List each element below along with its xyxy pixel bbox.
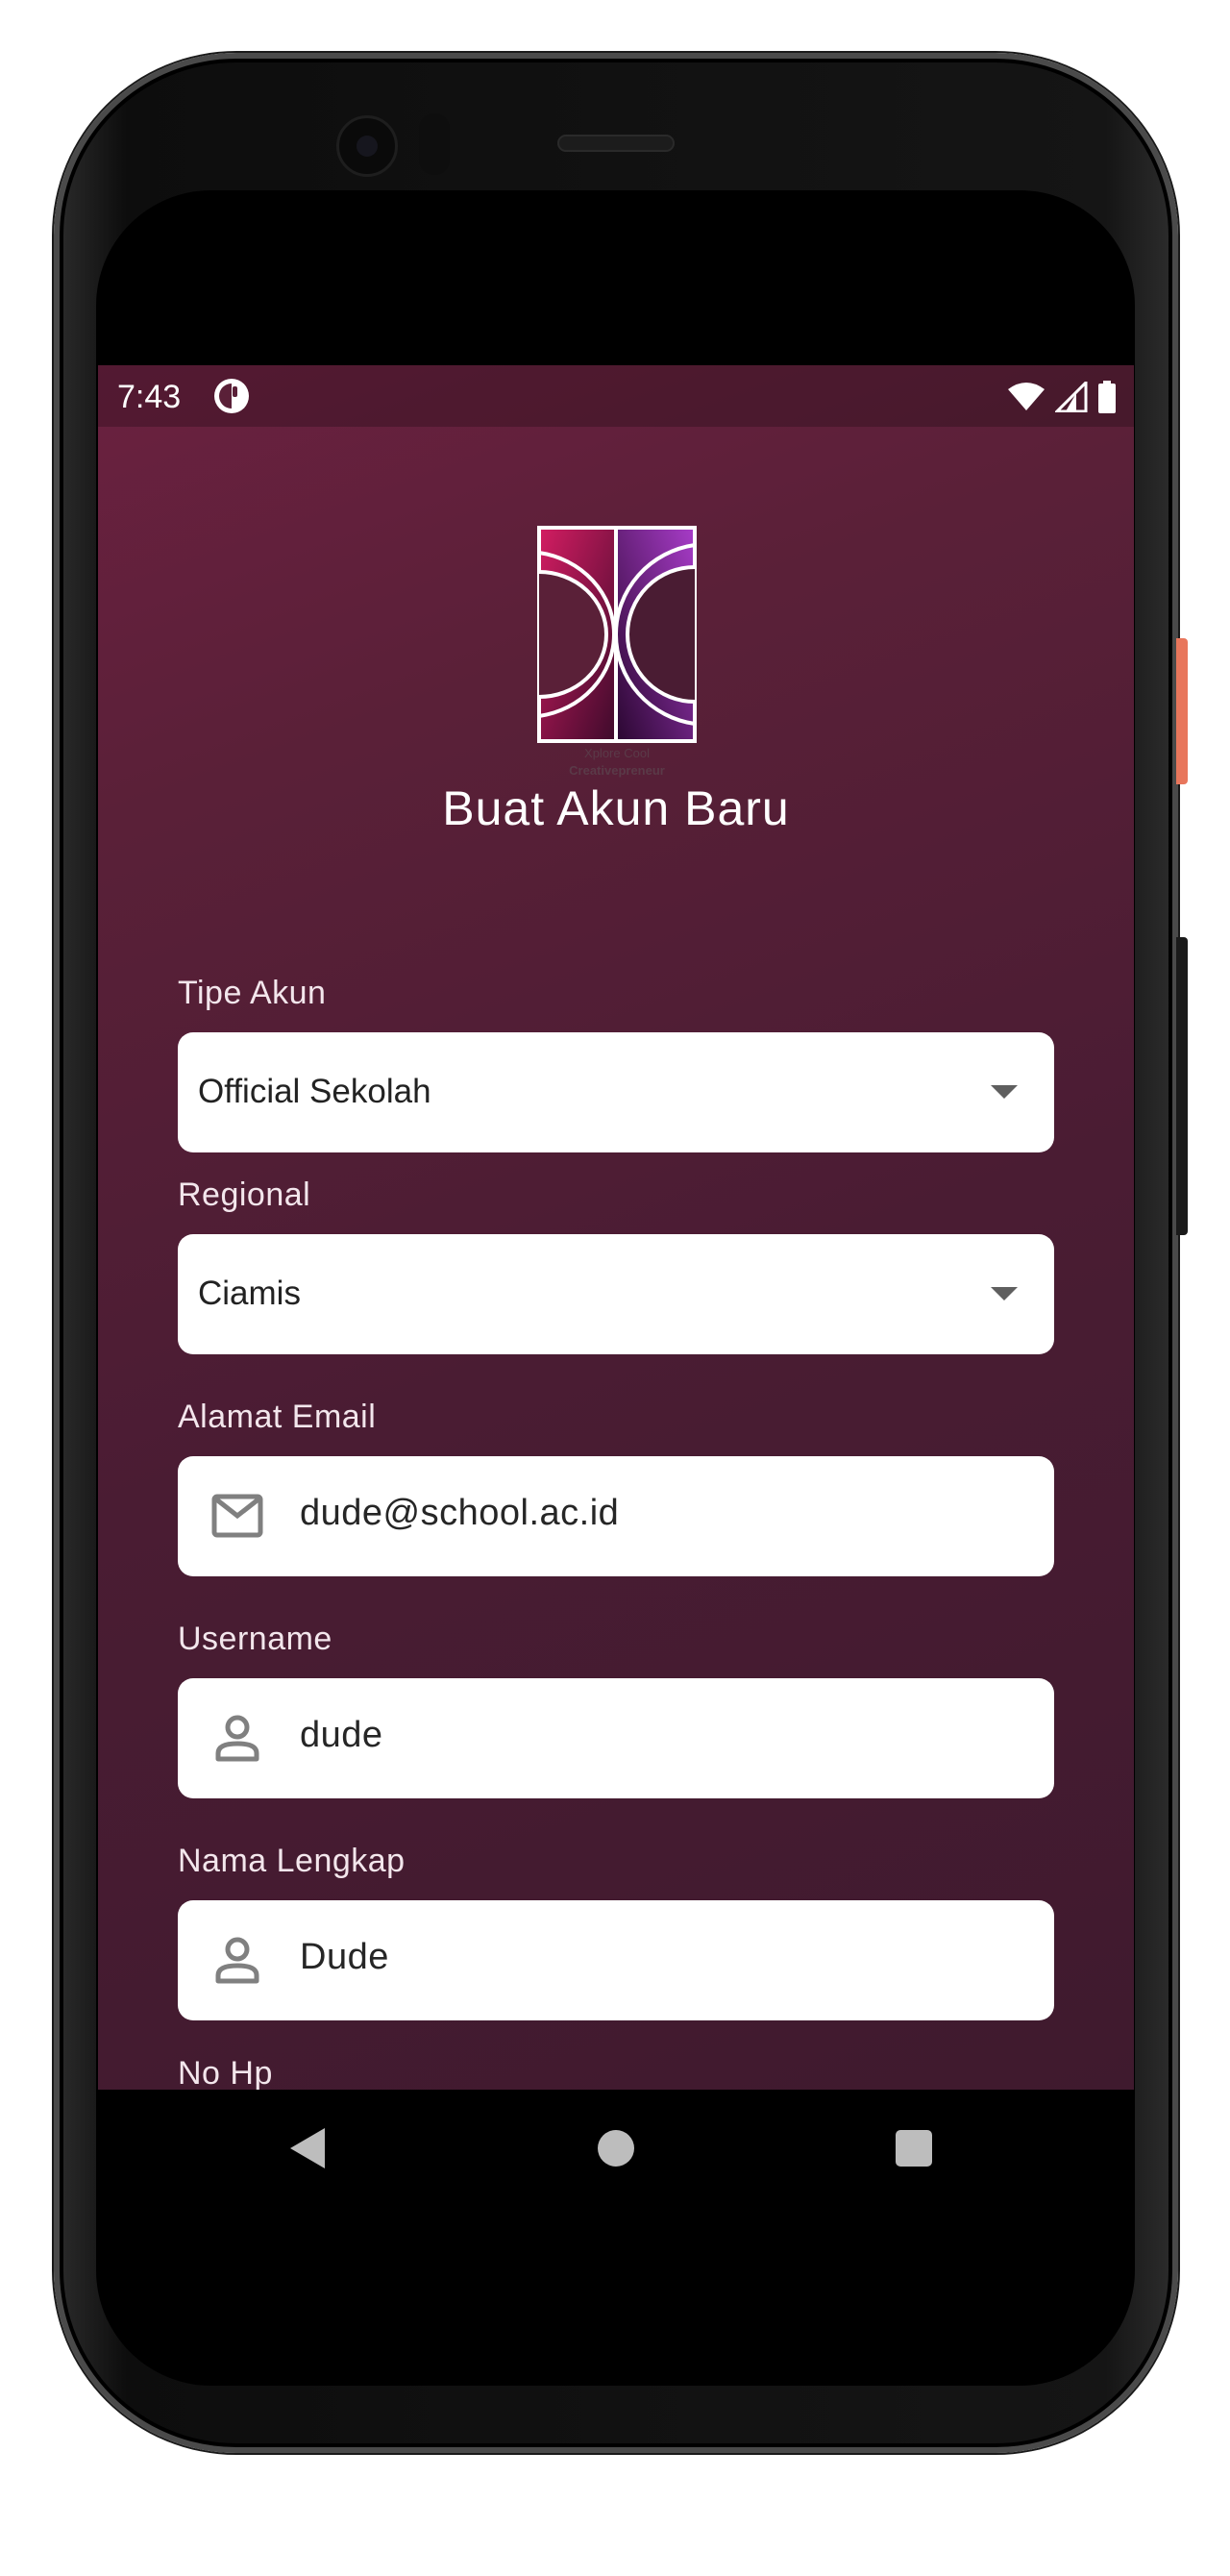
page-title: Buat Akun Baru bbox=[442, 781, 790, 835]
email-label: Alamat Email bbox=[178, 1399, 377, 1435]
wifi-icon bbox=[1008, 383, 1045, 410]
full-name-value: Dude bbox=[300, 1937, 389, 1977]
volume-button bbox=[1176, 937, 1188, 1235]
recents-icon[interactable] bbox=[896, 2130, 932, 2167]
mail-icon bbox=[211, 1494, 263, 1538]
region-label: Regional bbox=[178, 1177, 311, 1213]
account-type-label: Tipe Akun bbox=[178, 975, 327, 1011]
region-dropdown[interactable]: Ciamis bbox=[178, 1234, 1054, 1354]
earpiece-speaker bbox=[557, 135, 675, 152]
proximity-sensor bbox=[419, 113, 450, 175]
status-bar: 7:43 bbox=[98, 365, 1134, 427]
status-time: 7:43 bbox=[117, 379, 182, 415]
battery-icon bbox=[1098, 381, 1116, 413]
front-camera bbox=[336, 115, 398, 177]
chevron-down-icon bbox=[991, 1085, 1018, 1099]
back-icon[interactable] bbox=[290, 2128, 325, 2168]
email-field[interactable]: dude@school.ac.id bbox=[178, 1456, 1054, 1576]
username-field[interactable]: dude bbox=[178, 1678, 1054, 1798]
username-value: dude bbox=[300, 1715, 383, 1755]
home-icon[interactable] bbox=[598, 2130, 634, 2167]
chevron-down-icon bbox=[991, 1287, 1018, 1300]
phone-label: No Hp bbox=[178, 2055, 273, 2090]
power-button bbox=[1176, 638, 1188, 784]
username-label: Username bbox=[178, 1621, 332, 1657]
logo-caption-line2: Creativepreneur bbox=[569, 763, 665, 778]
status-icons bbox=[1007, 379, 1117, 415]
full-name-field[interactable]: Dude bbox=[178, 1900, 1054, 2020]
account-type-value: Official Sekolah bbox=[198, 1073, 431, 1110]
cellular-signal-icon bbox=[1055, 382, 1088, 412]
logo-caption-line1: Xplore Cool bbox=[584, 746, 650, 760]
app-notification-icon bbox=[214, 379, 249, 413]
navigation-bar bbox=[98, 2090, 1134, 2205]
person-icon bbox=[215, 1937, 259, 1984]
app-logo: Xplore Cool Creativepreneur bbox=[537, 526, 697, 778]
full-name-label: Nama Lengkap bbox=[178, 1843, 406, 1879]
app-screen: 7:43 Xplore Cool Creativepreneur Buat Ak… bbox=[98, 365, 1134, 2090]
person-icon bbox=[215, 1715, 259, 1762]
account-type-dropdown[interactable]: Official Sekolah bbox=[178, 1032, 1054, 1152]
region-value: Ciamis bbox=[198, 1275, 301, 1312]
email-value: dude@school.ac.id bbox=[300, 1493, 620, 1533]
